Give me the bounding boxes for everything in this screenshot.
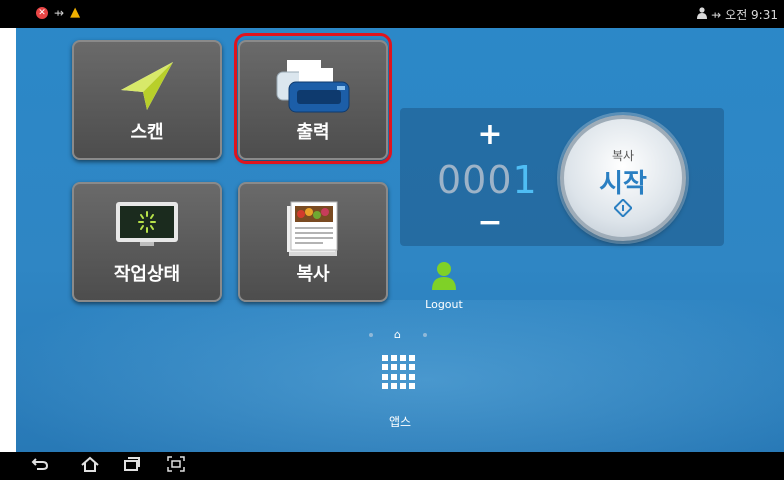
- recent-apps-icon[interactable]: [122, 456, 142, 476]
- home-icon[interactable]: [80, 456, 100, 476]
- start-copy-button[interactable]: 복사 시작: [560, 115, 686, 241]
- start-button-sub-label: 복사: [611, 149, 635, 163]
- copy-count-prefix: 000: [437, 158, 513, 202]
- decrement-button[interactable]: −: [470, 208, 510, 238]
- copy-label: 복사: [296, 264, 330, 285]
- apps-grid-icon[interactable]: [382, 355, 416, 389]
- scan-tile[interactable]: 스캔: [72, 40, 222, 160]
- status-bar: ✕ ⇸ ▲ ⇸ 오전 9:31: [0, 0, 784, 28]
- start-diamond-icon: [614, 199, 632, 217]
- user-icon: [697, 7, 708, 22]
- usb-icon: ⇸: [54, 6, 65, 20]
- copy-count-last-digit: 1: [512, 158, 538, 202]
- clock: 오전 9:31: [725, 8, 778, 22]
- page-dot: [369, 333, 373, 337]
- back-icon[interactable]: [30, 456, 50, 476]
- user-icon: [432, 262, 456, 290]
- navigation-bar: [0, 452, 784, 480]
- monitor-loading-icon: [74, 200, 220, 256]
- job-status-tile[interactable]: 작업상태: [72, 182, 222, 302]
- document-copy-icon: [240, 200, 386, 256]
- error-icon: ✕: [36, 7, 48, 19]
- copy-counter: 0001: [437, 158, 538, 202]
- logout-label: Logout: [425, 298, 463, 311]
- logout-button[interactable]: [430, 260, 458, 298]
- job-status-label: 작업상태: [113, 264, 181, 285]
- home-page-indicator-icon: ⌂: [394, 328, 401, 341]
- usb-icon: ⇸: [711, 7, 722, 22]
- start-button-label: 시작: [599, 169, 647, 199]
- copy-tile[interactable]: 복사: [238, 182, 388, 302]
- screenshot-icon[interactable]: [166, 456, 186, 476]
- page-dot: [423, 333, 427, 337]
- apps-label: 앱스: [388, 415, 412, 429]
- warning-icon: ▲: [70, 5, 81, 20]
- paper-plane-icon: [74, 58, 220, 114]
- print-tile-highlight: [234, 33, 392, 164]
- increment-button[interactable]: +: [470, 120, 510, 150]
- scan-label: 스캔: [130, 122, 164, 143]
